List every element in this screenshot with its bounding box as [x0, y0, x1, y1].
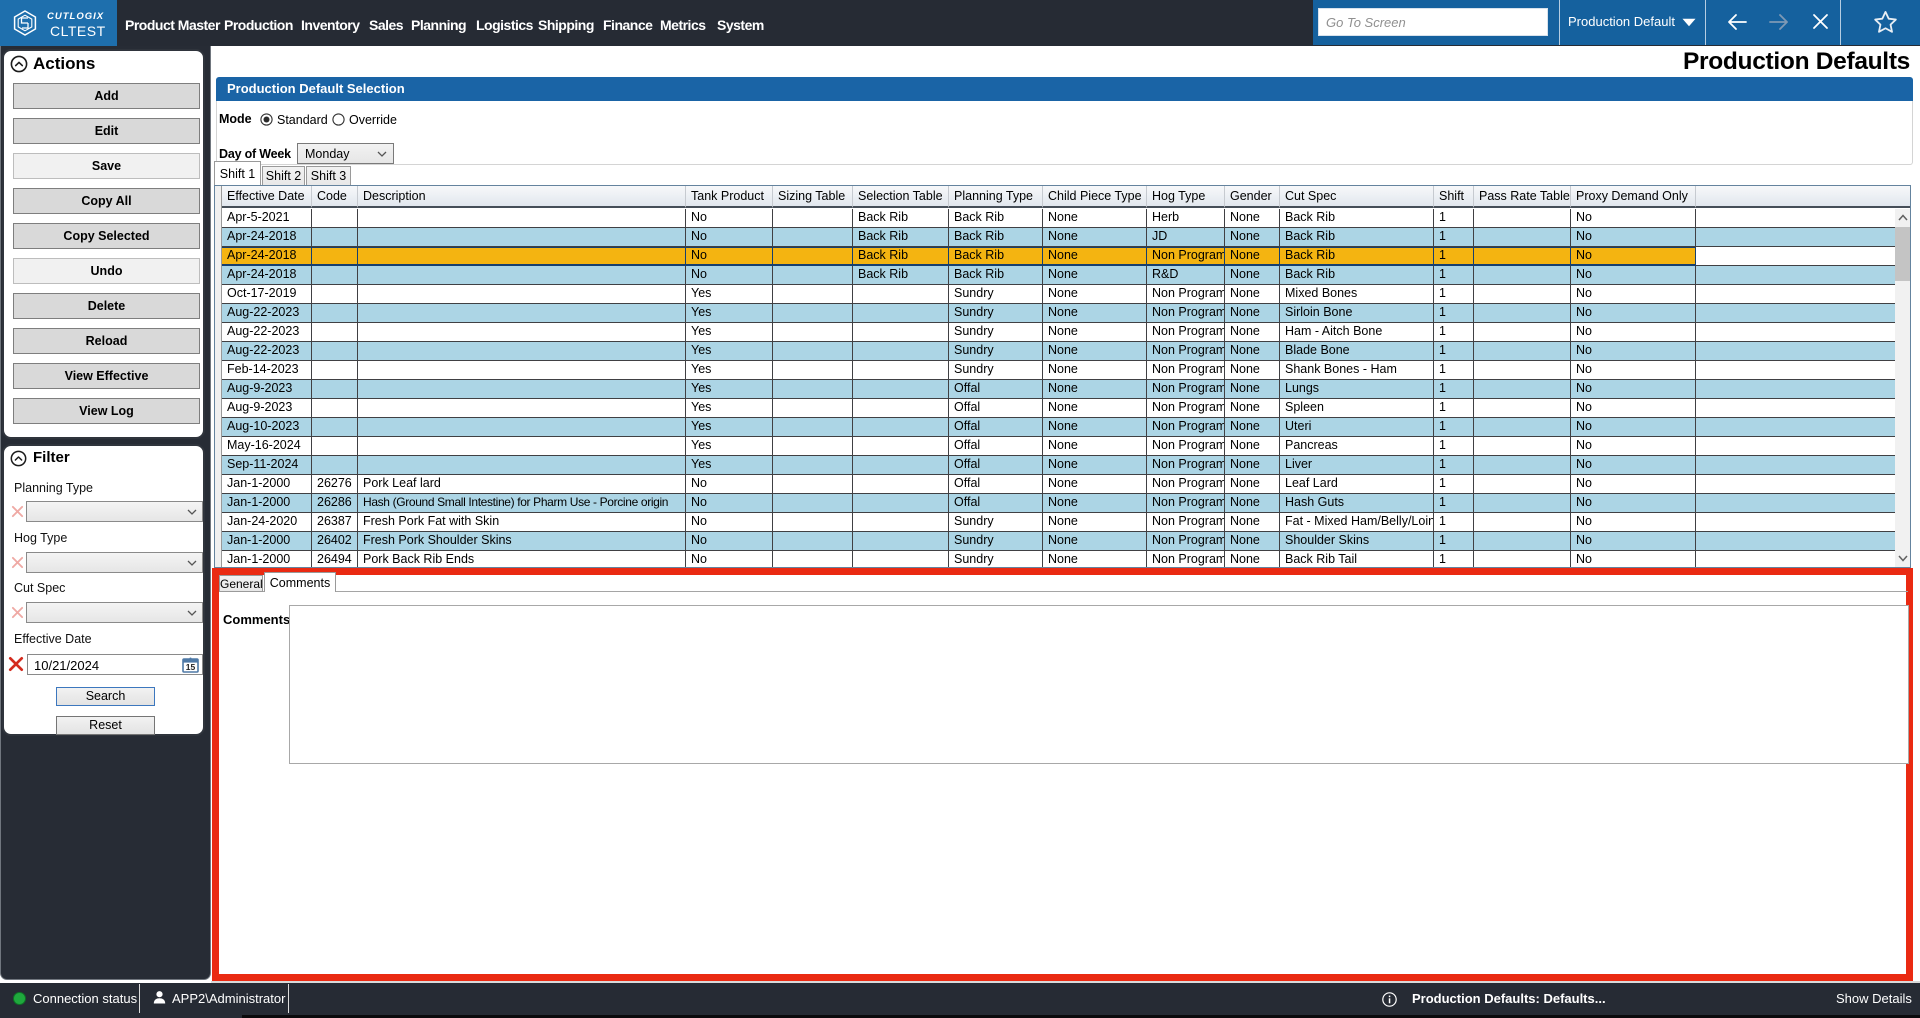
svg-text:15: 15 — [186, 662, 196, 672]
